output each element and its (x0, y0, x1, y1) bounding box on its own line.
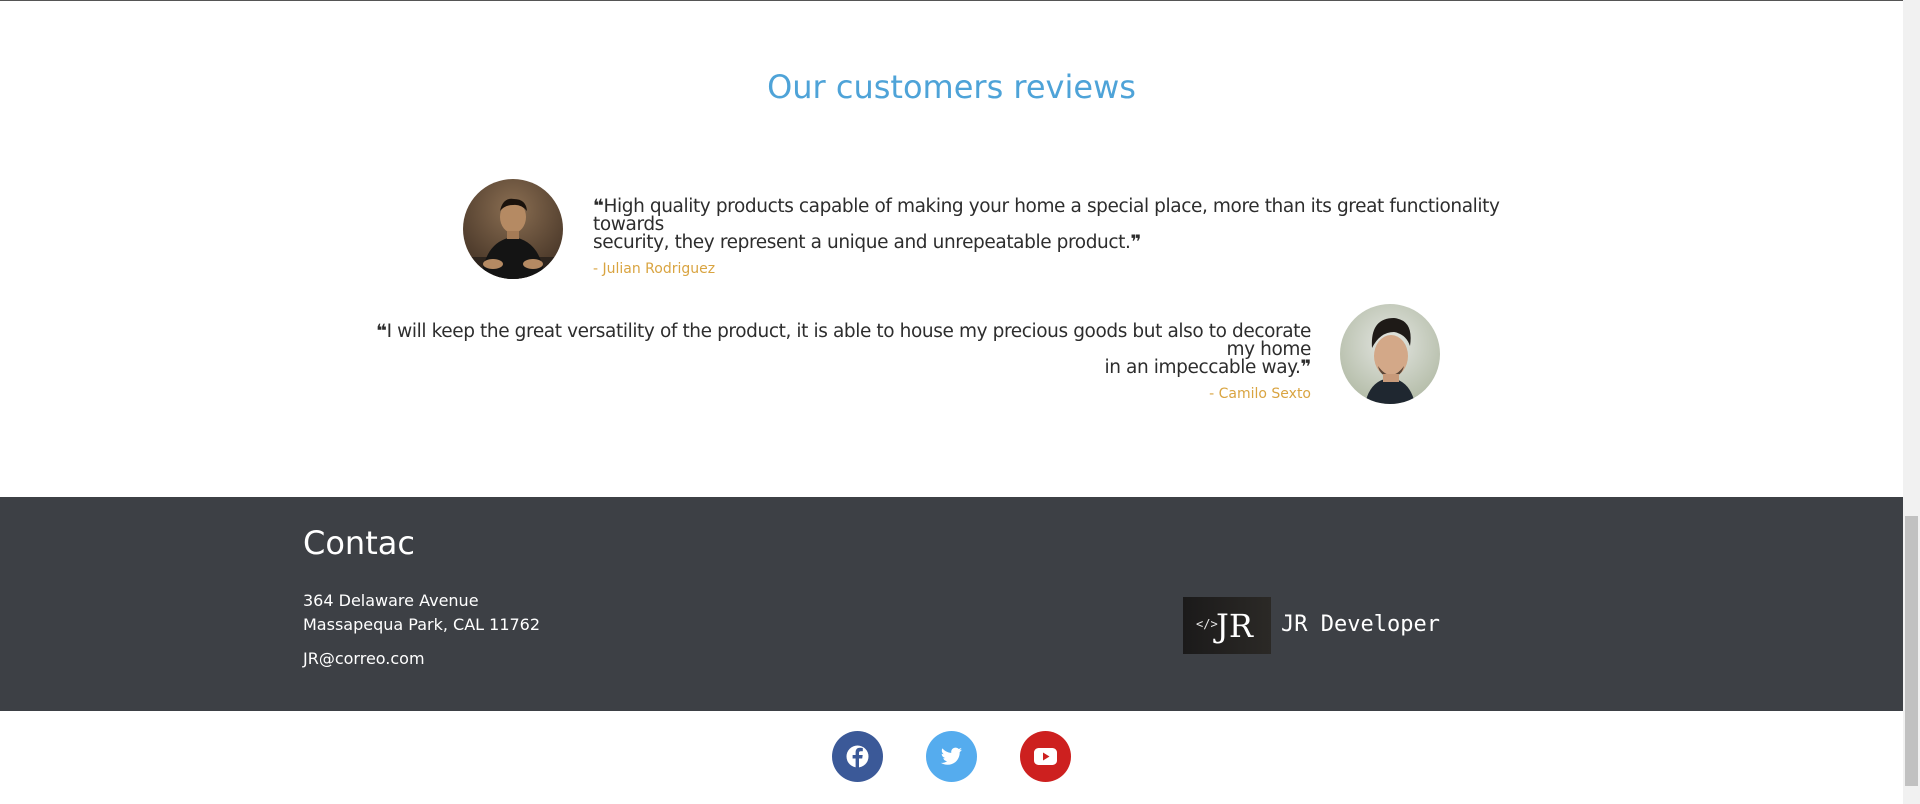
open-quote-mark: ❝ (376, 321, 387, 342)
youtube-button[interactable] (1020, 731, 1071, 782)
avatar (463, 179, 563, 279)
email-link[interactable]: JR@correo.com (303, 649, 425, 668)
youtube-icon (1034, 748, 1057, 765)
page-scrollbar[interactable] (1903, 0, 1920, 804)
section-title: Our customers reviews (767, 68, 1136, 106)
review-text-line: I will keep the great versatility of the… (386, 321, 1312, 360)
review-quote: ❝I will keep the great versatility of th… (343, 321, 1312, 378)
twitter-button[interactable] (926, 731, 977, 782)
address-line: Massapequa Park, CAL 11762 (303, 615, 541, 634)
address-line: 364 Delaware Avenue (303, 591, 479, 610)
review-text-line: in an impeccable way. (1104, 357, 1301, 378)
scrollbar-thumb[interactable] (1905, 516, 1918, 786)
close-quote-mark: ❞ (1130, 232, 1142, 253)
review-text-line: security, they represent a unique and un… (593, 232, 1131, 253)
avatar-photo (1340, 304, 1440, 404)
reviews-section: Our customers reviews ❝High quality prod… (0, 0, 1903, 497)
avatar (1340, 304, 1440, 404)
brand-logo[interactable]: </> JR (1183, 597, 1271, 654)
contact-title: Contac (303, 524, 415, 562)
brand-name: JR Developer (1281, 612, 1440, 637)
review-quote: ❝High quality products capable of making… (593, 196, 1553, 253)
footer: Contac 364 Delaware Avenue Massapequa Pa… (0, 497, 1903, 711)
facebook-button[interactable] (832, 731, 883, 782)
review-author: - Camilo Sexto (1209, 386, 1311, 402)
close-quote-mark: ❞ (1300, 357, 1312, 378)
twitter-icon (940, 747, 962, 765)
facebook-icon (846, 745, 869, 768)
code-icon: </> (1196, 617, 1218, 631)
logo-initials: JR (1216, 607, 1253, 645)
review-author: - Julian Rodriguez (593, 261, 716, 277)
avatar-photo (463, 179, 563, 279)
review-text-line: High quality products capable of making … (593, 196, 1500, 235)
